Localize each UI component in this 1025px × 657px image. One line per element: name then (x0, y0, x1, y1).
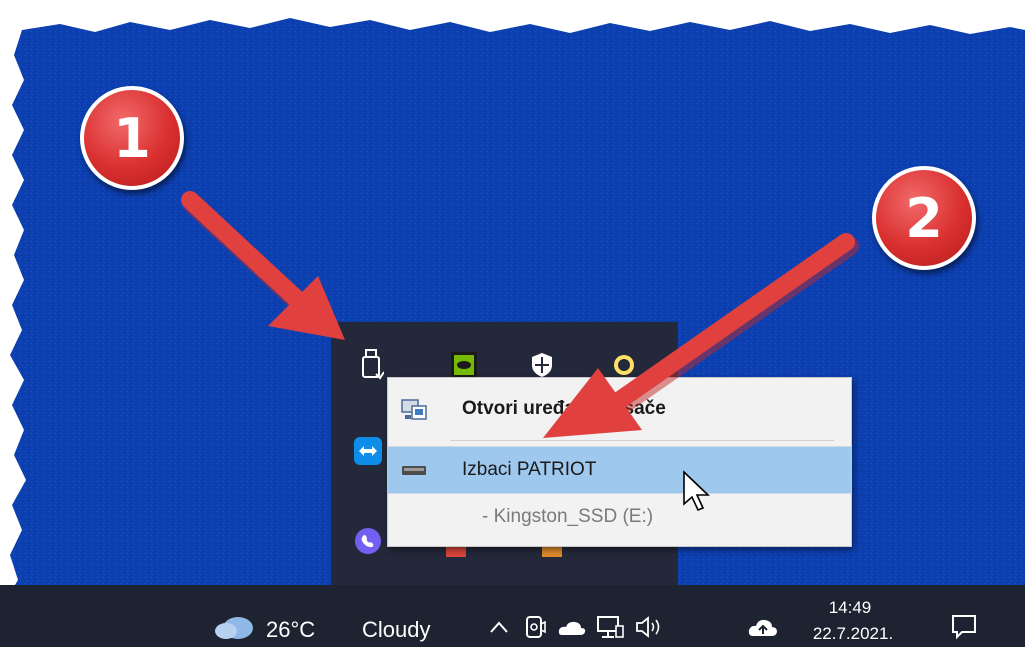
viber-icon[interactable] (353, 526, 383, 556)
clock-time[interactable]: 14:49 (815, 598, 885, 618)
annotation-badge-2: 2 (872, 166, 976, 270)
teamviewer-icon[interactable] (353, 436, 383, 466)
cloud-upload-icon[interactable] (748, 616, 778, 638)
windows-security-icon[interactable] (527, 350, 557, 380)
context-menu: Otvori uređaje i pisače Izbaci PATRIOT -… (387, 377, 852, 547)
weather-temperature[interactable]: 26°C (266, 617, 315, 643)
shield-icon[interactable] (609, 350, 639, 380)
badge-number-2: 2 (905, 186, 943, 250)
nvidia-icon[interactable] (449, 350, 479, 380)
menu-label-eject-patriot: Izbaci PATRIOT (462, 459, 597, 480)
network-icon[interactable] (596, 614, 624, 640)
notification-icon[interactable] (950, 612, 978, 640)
menu-item-kingston-ssd[interactable]: - Kingston_SSD (E:) (388, 494, 851, 540)
menu-label-open-devices: Otvori uređaje i pisače (462, 398, 666, 419)
drive-icon (400, 456, 428, 484)
weather-cloud-icon[interactable] (212, 614, 256, 640)
menu-item-eject-patriot[interactable]: Izbaci PATRIOT (388, 446, 851, 494)
mouse-cursor-icon (683, 470, 710, 512)
weather-condition[interactable]: Cloudy (362, 617, 430, 643)
chevron-up-icon[interactable] (488, 617, 510, 637)
devices-printers-icon (400, 395, 428, 423)
onedrive-icon[interactable] (558, 619, 586, 637)
volume-icon[interactable] (634, 614, 666, 640)
clock-date[interactable]: 22.7.2021. (798, 624, 908, 644)
menu-label-kingston-ssd: - Kingston_SSD (E:) (482, 506, 654, 527)
menu-item-open-devices[interactable]: Otvori uređaje i pisače (388, 386, 851, 432)
usb-drive-icon[interactable] (357, 349, 387, 380)
menu-separator (450, 440, 834, 441)
meet-now-icon[interactable] (524, 614, 546, 640)
annotation-badge-1: 1 (80, 86, 184, 190)
badge-number-1: 1 (113, 106, 151, 170)
